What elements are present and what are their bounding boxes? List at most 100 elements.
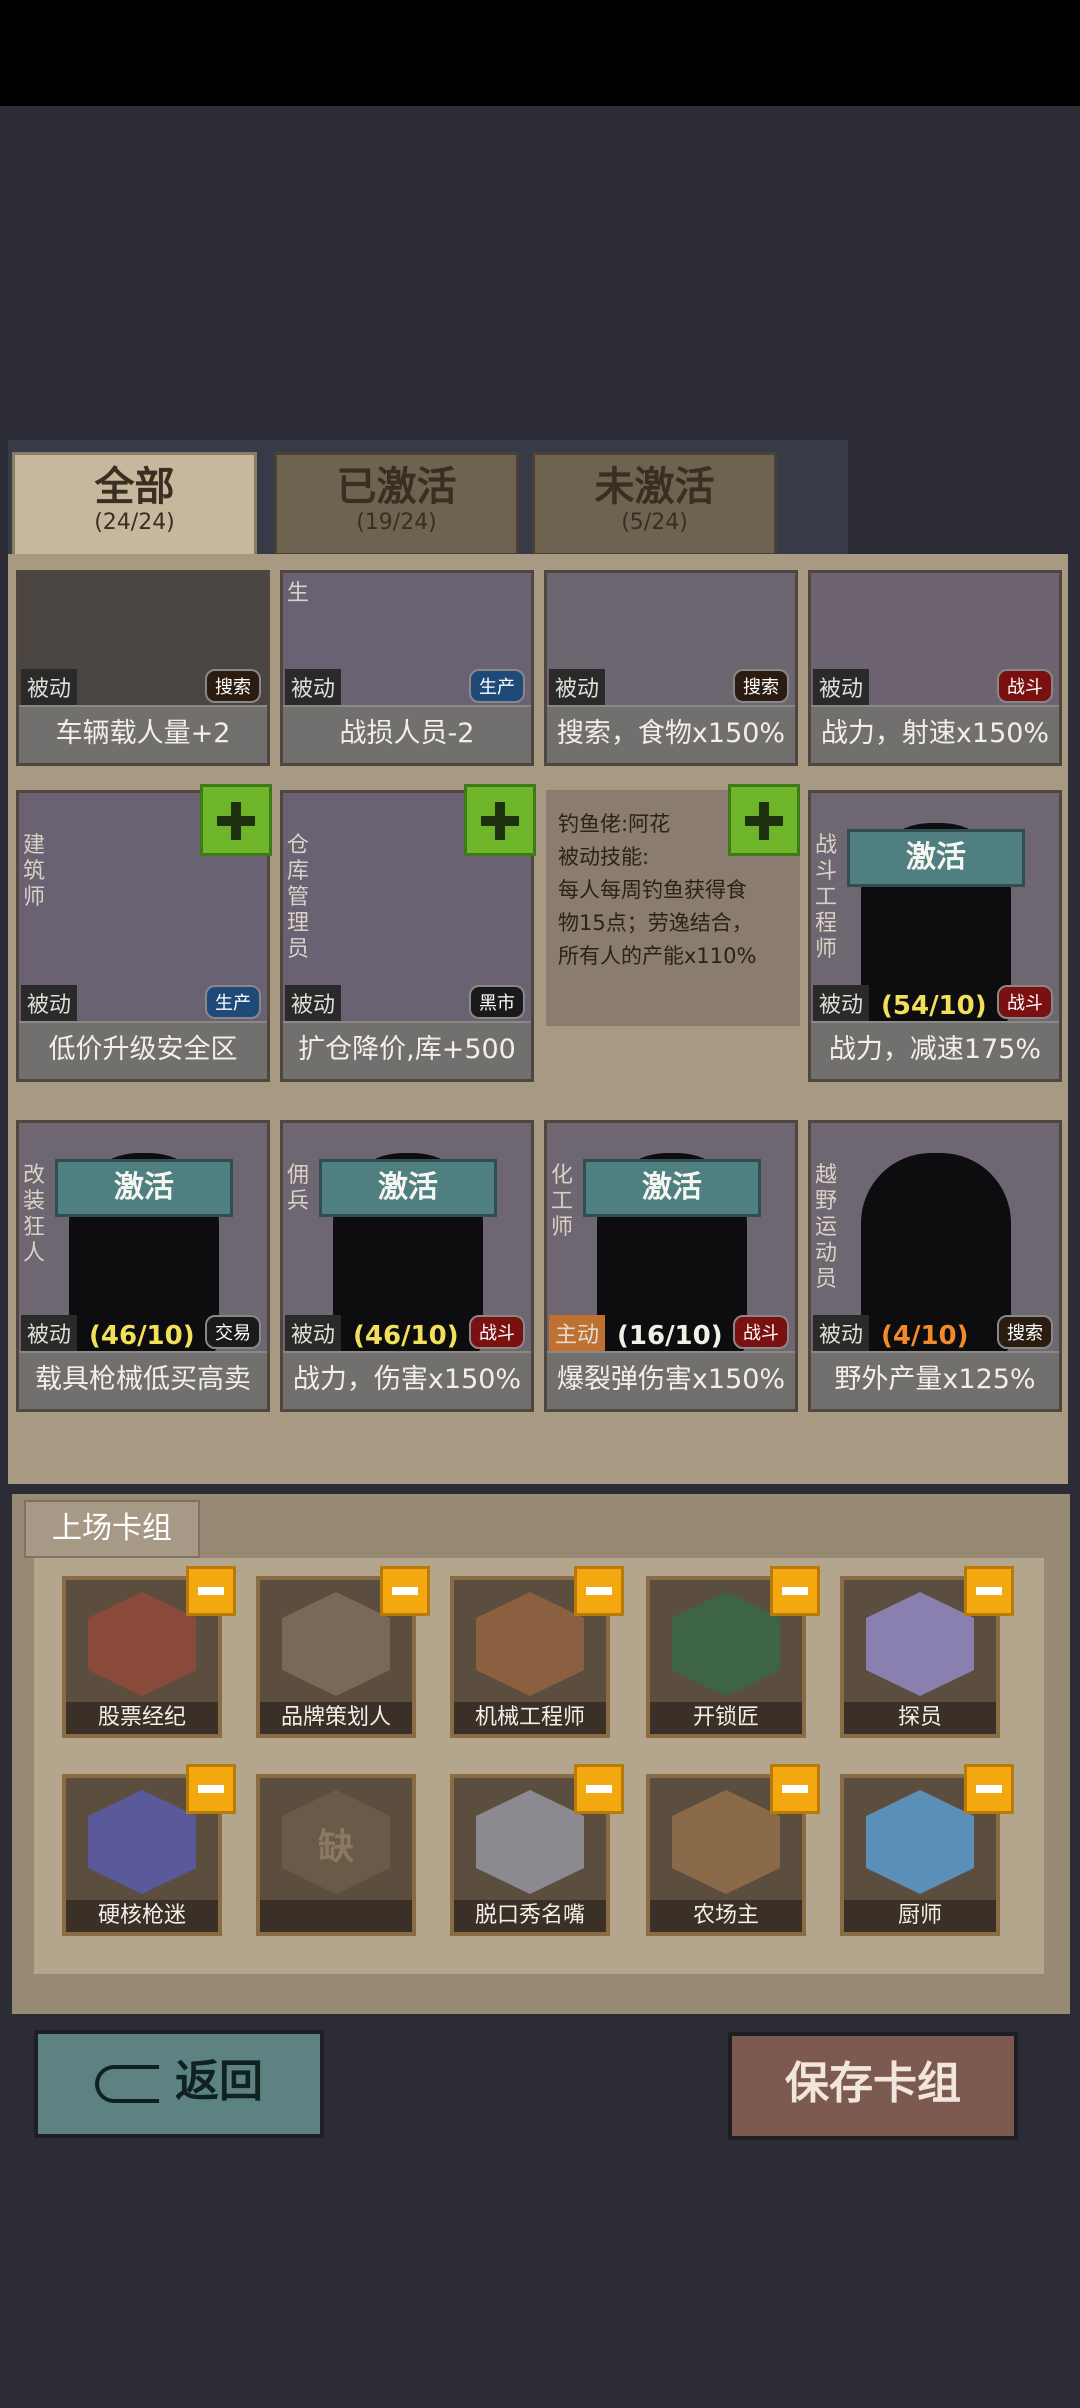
card-effect: 战力，伤害x150% <box>283 1351 531 1409</box>
card-effect: 车辆载人量+2 <box>19 705 267 763</box>
card-role: 战斗工程师 <box>815 833 838 962</box>
deck-slot-name: 厨师 <box>844 1900 996 1932</box>
add-to-deck-button[interactable] <box>728 784 800 856</box>
skill-desc-line2: 物15点；劳逸结合， <box>558 911 753 935</box>
activate-button[interactable]: 激活 <box>55 1159 233 1217</box>
activate-button[interactable]: 激活 <box>319 1159 497 1217</box>
deck-slot-name: 开锁匠 <box>650 1702 802 1734</box>
card[interactable]: 改装狂人 激活 被动 (46/10) 交易 载具枪械低买高卖 <box>16 1120 270 1412</box>
character-portrait <box>282 1592 390 1696</box>
status-bar <box>0 0 1080 106</box>
back-button-label: 返回 <box>175 2056 263 2107</box>
card-effect: 战损人员-2 <box>283 705 531 763</box>
tab-all[interactable]: 全部 (24/24) <box>12 452 257 564</box>
card-effect: 野外产量x125% <box>811 1351 1059 1409</box>
card[interactable]: 战斗工程师 激活 被动 (54/10) 战斗 战力，减速175% <box>808 790 1062 1082</box>
card-tag: 战斗 <box>997 985 1053 1019</box>
deck-slot-name: 探员 <box>844 1702 996 1734</box>
card-progress: (46/10) <box>89 1321 195 1351</box>
tab-activated-count: (19/24) <box>356 510 437 535</box>
back-arrow-icon <box>95 2065 159 2103</box>
card-kind: 被动 <box>21 1315 78 1351</box>
card-tag: 搜索 <box>997 1315 1053 1349</box>
card-kind: 被动 <box>21 985 78 1021</box>
card-kind: 被动 <box>285 669 342 705</box>
card-kind: 被动 <box>549 669 606 705</box>
remove-from-deck-button[interactable] <box>770 1764 820 1814</box>
tab-all-count: (24/24) <box>94 510 175 535</box>
character-portrait <box>88 1790 196 1894</box>
card-tag: 搜索 <box>205 669 261 703</box>
card-tag: 搜索 <box>733 669 789 703</box>
back-button[interactable]: 返回 <box>34 2030 324 2138</box>
character-portrait <box>672 1790 780 1894</box>
deck-slot-name: 硬核枪迷 <box>66 1900 218 1932</box>
card-tag: 战斗 <box>997 669 1053 703</box>
card-kind: 被动 <box>21 669 78 705</box>
card-progress: (4/10) <box>881 1321 969 1351</box>
character-portrait <box>866 1790 974 1894</box>
deck-title: 上场卡组 <box>24 1500 200 1558</box>
card-role: 生 <box>287 581 310 606</box>
character-portrait <box>866 1592 974 1696</box>
tab-activated-label: 已激活 <box>336 464 457 510</box>
remove-from-deck-button[interactable] <box>186 1566 236 1616</box>
card-effect: 搜索，食物x150% <box>547 705 795 763</box>
card-role: 佣兵 <box>287 1163 310 1214</box>
activate-button[interactable]: 激活 <box>847 829 1025 887</box>
skill-desc-line3: 所有人的产能x110% <box>558 944 757 968</box>
card-effect: 战力，射速x150% <box>811 705 1059 763</box>
deck-slot-name: 农场主 <box>650 1900 802 1932</box>
card-kind: 被动 <box>285 1315 342 1351</box>
tab-not-activated-label: 未激活 <box>594 464 715 510</box>
remove-from-deck-button[interactable] <box>964 1764 1014 1814</box>
card-role: 仓库管理员 <box>287 833 310 962</box>
remove-from-deck-button[interactable] <box>964 1566 1014 1616</box>
save-deck-button[interactable]: 保存卡组 <box>728 2032 1018 2140</box>
deck-slot-empty[interactable]: 缺 <box>256 1774 416 1936</box>
card-kind: 被动 <box>813 669 870 705</box>
deck-slot-name: 品牌策划人 <box>260 1702 412 1734</box>
activate-button[interactable]: 激活 <box>583 1159 761 1217</box>
card[interactable]: 佣兵 激活 被动 (46/10) 战斗 战力，伤害x150% <box>280 1120 534 1412</box>
remove-from-deck-button[interactable] <box>186 1764 236 1814</box>
remove-from-deck-button[interactable] <box>380 1566 430 1616</box>
deck-slot-name: 脱口秀名嘴 <box>454 1900 606 1932</box>
card-progress: (46/10) <box>353 1321 459 1351</box>
card-kind: 被动 <box>813 985 870 1021</box>
deck-slot-name: 股票经纪 <box>66 1702 218 1734</box>
deck-slot-name: 机械工程师 <box>454 1702 606 1734</box>
card[interactable]: 生 被动 生产 战损人员-2 <box>280 570 534 766</box>
card-tag: 生产 <box>205 985 261 1019</box>
missing-label: 缺 <box>317 1827 354 1868</box>
card-progress: (16/10) <box>617 1321 723 1351</box>
remove-from-deck-button[interactable] <box>770 1566 820 1616</box>
character-portrait <box>672 1592 780 1696</box>
character-portrait <box>476 1592 584 1696</box>
card-tag: 生产 <box>469 669 525 703</box>
add-to-deck-button[interactable] <box>464 784 536 856</box>
card-tag: 黑市 <box>469 985 525 1019</box>
remove-from-deck-button[interactable] <box>574 1566 624 1616</box>
card-kind: 被动 <box>285 985 342 1021</box>
card-effect: 低价升级安全区 <box>19 1021 267 1079</box>
card-effect: 爆裂弹伤害x150% <box>547 1351 795 1409</box>
card-role: 改装狂人 <box>23 1163 46 1266</box>
card[interactable]: 被动 搜索 搜索，食物x150% <box>544 570 798 766</box>
card-kind: 被动 <box>813 1315 870 1351</box>
tab-not-activated[interactable]: 未激活 (5/24) <box>532 452 777 556</box>
remove-from-deck-button[interactable] <box>574 1764 624 1814</box>
character-portrait <box>476 1790 584 1894</box>
card[interactable]: 被动 搜索 车辆载人量+2 <box>16 570 270 766</box>
card-role: 化工师 <box>551 1163 574 1240</box>
add-to-deck-button[interactable] <box>200 784 272 856</box>
character-portrait <box>88 1592 196 1696</box>
tab-activated[interactable]: 已激活 (19/24) <box>274 452 519 556</box>
card[interactable]: 被动 战斗 战力，射速x150% <box>808 570 1062 766</box>
card-effect: 扩仓降价,库+500 <box>283 1021 531 1079</box>
card[interactable]: 越野运动员 被动 (4/10) 搜索 野外产量x125% <box>808 1120 1062 1412</box>
card-role: 建筑师 <box>23 833 46 910</box>
card[interactable]: 化工师 激活 主动 (16/10) 战斗 爆裂弹伤害x150% <box>544 1120 798 1412</box>
tab-not-activated-count: (5/24) <box>621 510 688 535</box>
card-kind: 主动 <box>549 1315 606 1351</box>
